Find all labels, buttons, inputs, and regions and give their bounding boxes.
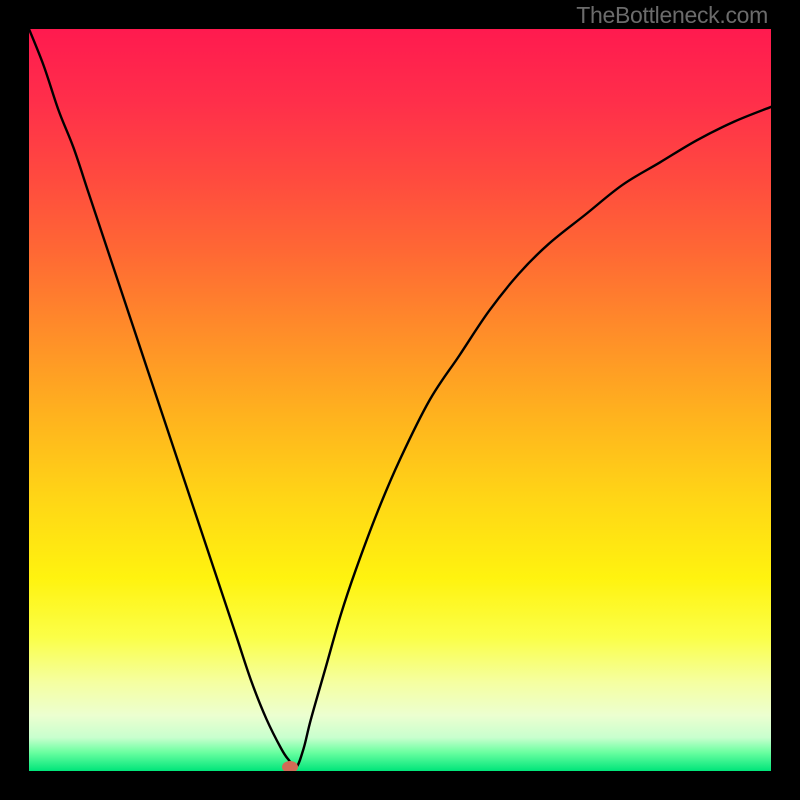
plot-area xyxy=(29,29,771,771)
curve-layer xyxy=(29,29,771,771)
optimal-point-marker xyxy=(282,761,298,771)
watermark-text: TheBottleneck.com xyxy=(576,2,768,29)
bottleneck-curve xyxy=(29,29,771,768)
chart-frame: TheBottleneck.com xyxy=(0,0,800,800)
